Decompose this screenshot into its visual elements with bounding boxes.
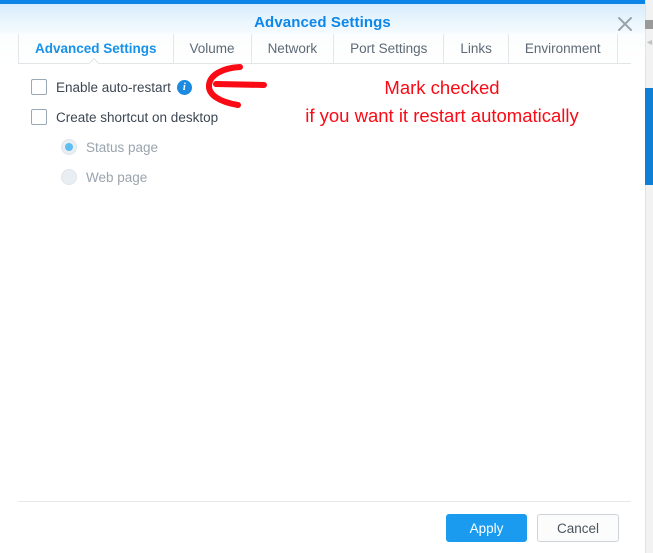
create-shortcut-row: Create shortcut on desktop bbox=[31, 109, 218, 125]
scrollbar-up-button[interactable] bbox=[645, 20, 653, 29]
create-shortcut-label: Create shortcut on desktop bbox=[56, 109, 219, 125]
vertical-scrollbar-thumb[interactable] bbox=[645, 88, 653, 185]
dialog-footer: Apply Cancel bbox=[0, 502, 645, 553]
create-shortcut-checkbox[interactable] bbox=[31, 109, 47, 125]
tab-label: Links bbox=[460, 41, 492, 56]
tab-label: Advanced Settings bbox=[35, 41, 157, 56]
tab-links[interactable]: Links bbox=[443, 34, 508, 63]
enable-auto-restart-label: Enable auto-restart bbox=[56, 79, 171, 95]
vertical-scrollbar-track[interactable] bbox=[645, 0, 653, 553]
tab-bar-leading-spacer bbox=[0, 34, 18, 63]
dialog-content: Enable auto-restart i Create shortcut on… bbox=[0, 64, 645, 501]
tab-environment[interactable]: Environment bbox=[507, 34, 617, 63]
dialog-title: Advanced Settings bbox=[254, 14, 391, 31]
web-page-radio[interactable] bbox=[61, 169, 77, 185]
tab-label: Port Settings bbox=[350, 41, 428, 56]
web-page-label: Web page bbox=[86, 169, 148, 185]
status-page-radio[interactable] bbox=[61, 139, 77, 155]
dialog-header: Advanced Settings bbox=[0, 4, 645, 34]
web-page-row: Web page bbox=[61, 169, 147, 185]
advanced-settings-dialog: Advanced Settings Advanced Settings Volu… bbox=[0, 0, 653, 553]
apply-button[interactable]: Apply bbox=[446, 514, 527, 542]
enable-auto-restart-row: Enable auto-restart i bbox=[31, 79, 192, 95]
info-icon[interactable]: i bbox=[176, 79, 192, 95]
status-page-label: Status page bbox=[86, 139, 159, 155]
tab-label: Environment bbox=[524, 41, 601, 56]
tab-label: Volume bbox=[189, 41, 235, 56]
scrollbar-arrow-icon: ◄ bbox=[645, 37, 653, 47]
enable-auto-restart-checkbox[interactable] bbox=[31, 79, 47, 95]
tab-network[interactable]: Network bbox=[250, 34, 334, 63]
tab-port-settings[interactable]: Port Settings bbox=[333, 34, 443, 63]
status-page-row: Status page bbox=[61, 139, 158, 155]
tab-bar-trailing-divider bbox=[616, 34, 640, 63]
close-icon[interactable] bbox=[614, 13, 636, 35]
cancel-button[interactable]: Cancel bbox=[537, 514, 619, 542]
tab-label: Network bbox=[267, 41, 318, 56]
tab-volume[interactable]: Volume bbox=[172, 34, 251, 63]
